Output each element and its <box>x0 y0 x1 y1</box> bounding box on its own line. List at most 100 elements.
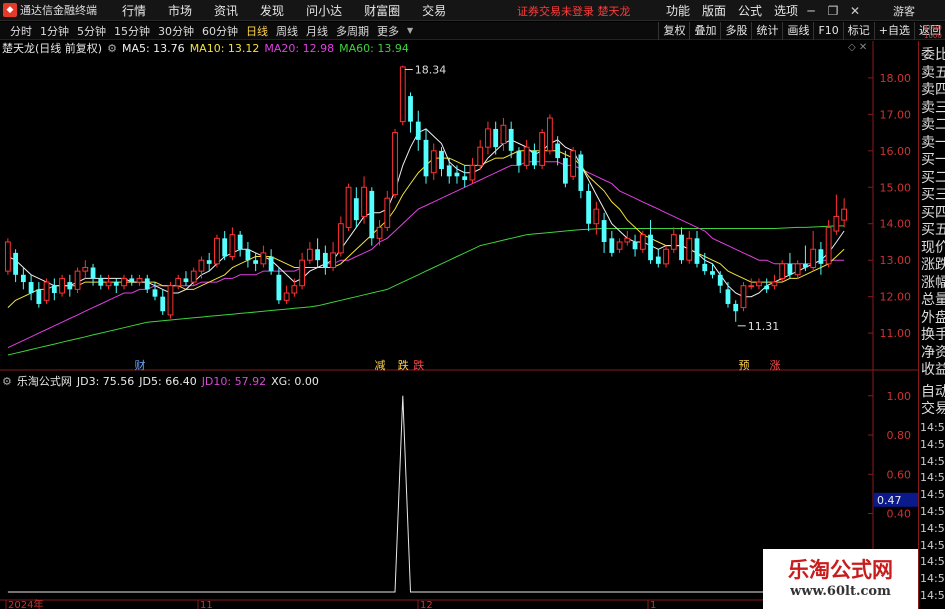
event-marker: 跌 <box>398 358 409 372</box>
time-label: 2024年 <box>8 598 43 609</box>
candle-body-up <box>500 124 507 145</box>
candle-body-down <box>423 139 429 177</box>
ma60-line <box>7 225 845 356</box>
candle-body-up <box>291 285 298 294</box>
sidebar-item-3: 卖三 <box>921 99 945 116</box>
ind-tick-label: 0.40 <box>887 508 912 521</box>
candle-body-up <box>190 270 197 283</box>
ma20-line <box>7 161 845 349</box>
time-label: 11 <box>200 600 213 609</box>
candle-body-down <box>222 238 228 257</box>
kline-chart[interactable]: 18.0017.0016.0015.0014.0013.0012.0011.00… <box>0 0 945 609</box>
sidebar-item-14: 总量 <box>921 292 945 308</box>
candle-body-up <box>214 237 220 265</box>
candle-body-up <box>306 248 313 261</box>
candle-body-up <box>485 128 491 148</box>
candle-body-down <box>237 234 243 250</box>
candle-body-down <box>253 260 259 264</box>
candle-body-down <box>268 256 274 272</box>
sidebar-item-0: 委比 <box>921 47 945 63</box>
candle-body-up <box>82 266 89 272</box>
sidebar-bottom-1[interactable]: 交易 <box>921 400 945 418</box>
sidebar-bottom-0[interactable]: 自动 <box>921 383 945 401</box>
event-marker: 财 <box>135 358 146 372</box>
ind-tick-label: 1.00 <box>887 390 912 403</box>
candle-body-down <box>648 234 653 261</box>
candle-body-down <box>322 252 328 268</box>
event-marker: 涨 <box>769 359 780 372</box>
candle-body-up <box>477 146 484 166</box>
candle-body-up <box>337 223 344 254</box>
ind-tick-label: 0.80 <box>887 429 912 442</box>
candle-body-down <box>562 158 568 184</box>
candle-body-down <box>787 263 793 275</box>
candle-body-down <box>13 252 19 275</box>
ind-tick-label: 0.60 <box>887 468 912 481</box>
candle-body-up <box>59 277 65 294</box>
indicator-line <box>7 395 845 593</box>
candle-body-up <box>4 241 11 272</box>
candle-body-down <box>694 238 700 264</box>
time-label: 12 <box>420 600 433 609</box>
candle-body-down <box>160 296 166 312</box>
sidebar-item-9: 买四 <box>921 204 945 221</box>
candle-body-up <box>794 263 801 276</box>
candle-body-up <box>167 285 174 316</box>
candle-body-down <box>152 289 158 297</box>
sidebar-item-16: 换手 <box>921 327 945 343</box>
candle-body-down <box>462 176 468 180</box>
candle-body-down <box>454 172 460 177</box>
sidebar-bottom-8: 14:56 <box>920 521 945 535</box>
candle-body-down <box>717 274 723 286</box>
low-label: 11.31 <box>748 320 780 333</box>
trading-terminal: ◆ 通达信金融终端 行情 市场 资讯 发现 问小达 财富圈 交易 证券交易未登录… <box>0 0 945 609</box>
sidebar-item-6: 买一 <box>921 152 945 168</box>
candle-body-up <box>283 292 290 301</box>
candle-body-up <box>136 277 143 283</box>
sidebar-bottom-11: 14:56 <box>920 572 945 586</box>
candle-body-up <box>105 281 112 287</box>
candle-body-down <box>578 154 584 191</box>
sidebar-item-4: 卖二 <box>921 117 945 133</box>
high-label: 18.34 <box>415 63 447 76</box>
watermark-url: www.60lt.com <box>790 584 891 599</box>
side-top-1: 1000 <box>924 24 942 32</box>
candle-body-down <box>129 278 135 283</box>
candle-body-up <box>392 132 398 196</box>
candle-body-up <box>469 164 476 181</box>
sidebar-item-7: 买二 <box>921 169 945 186</box>
candle-body-up <box>260 252 267 265</box>
candle-body-down <box>725 289 731 304</box>
candle-body-down <box>555 143 561 159</box>
candle-body-up <box>670 234 677 250</box>
candle-body-up <box>74 270 81 290</box>
candle-body-up <box>663 248 669 265</box>
candle-body-down <box>353 198 359 221</box>
candle-body-down <box>803 263 808 268</box>
candle-body-up <box>779 263 786 279</box>
sidebar-bottom-2: 14:56 <box>920 421 945 434</box>
candle-body-up <box>523 146 530 166</box>
candle-body-down <box>632 241 638 250</box>
candle-body-up <box>198 259 205 272</box>
candle-body-down <box>586 190 592 224</box>
watermark-title: 乐淘公式网 <box>788 557 893 582</box>
candle-body-down <box>144 278 150 290</box>
candle-body-up <box>810 248 817 268</box>
candle-body-down <box>679 234 684 261</box>
candle-body-down <box>702 263 708 272</box>
sidebar-item-11: 现价 <box>921 239 945 256</box>
candle-body-up <box>593 208 600 225</box>
sidebar-item-13: 涨幅 <box>921 274 945 291</box>
candle-body-up <box>570 150 577 177</box>
candle-body-up <box>841 208 848 221</box>
candle-body-up <box>546 117 553 152</box>
candle-body-down <box>51 285 57 294</box>
event-marker: 跌 <box>413 358 424 372</box>
sidebar-item-12: 涨跌 <box>921 257 945 273</box>
candle-body-down <box>369 190 375 239</box>
candle-body-up <box>399 66 406 123</box>
candle-body-up <box>430 150 437 174</box>
candle-body-down <box>28 282 34 294</box>
candle-body-down <box>655 256 661 264</box>
